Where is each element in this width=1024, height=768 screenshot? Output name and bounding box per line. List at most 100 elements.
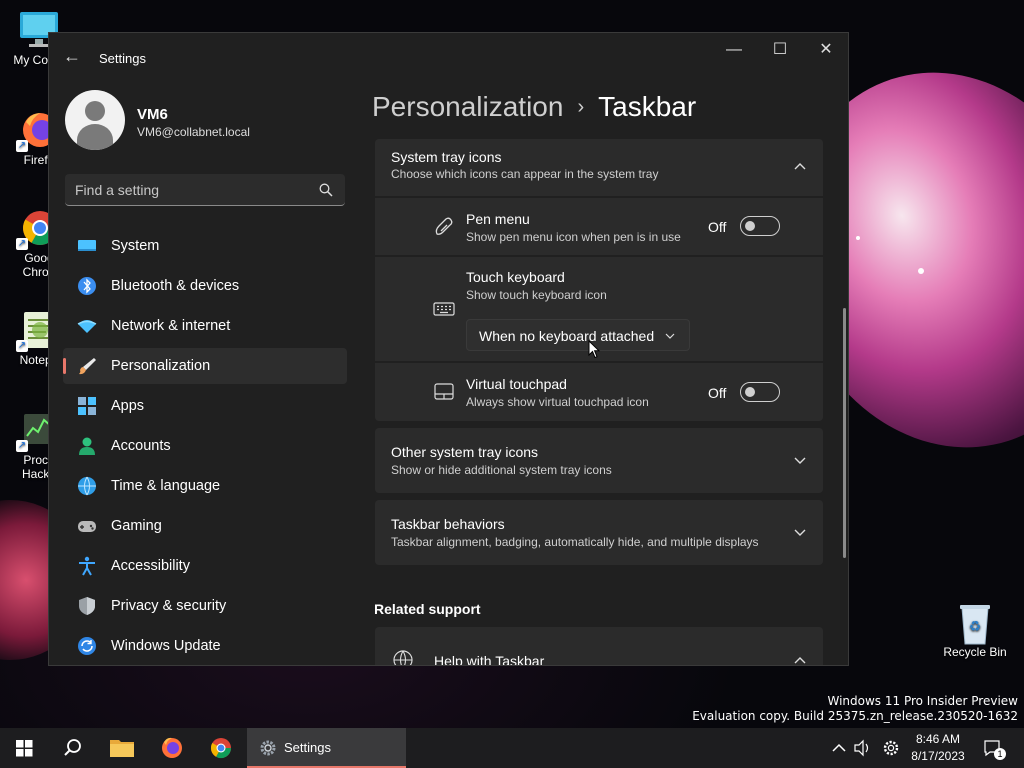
sidebar-item-label: Network & internet [111,318,231,334]
firefox-icon[interactable] [148,728,196,768]
chevron-up-icon[interactable] [793,161,807,171]
sidebar-item-label: Accounts [111,438,171,454]
sidebar-item-time-language[interactable]: Time & language [63,468,347,504]
taskbar-clock[interactable]: 8:46 AM 8/17/2023 [906,731,970,765]
svg-text:♻: ♻ [969,618,982,634]
search-input[interactable] [75,181,305,199]
sidebar-item-privacy-security[interactable]: Privacy & security [63,588,347,624]
user-icon-body [77,124,113,150]
shortcut-arrow-icon: ↗ [16,340,28,352]
sidebar-item-windows-update[interactable]: Windows Update [63,628,347,664]
settings-window: ← Settings — ☐ ✕ VM6 VM6@collabnet.local… [48,32,849,666]
virtual-touchpad-title: Virtual touchpad [466,376,567,392]
touch-keyboard-dropdown[interactable]: When no keyboard attached [466,319,690,351]
speaker-icon[interactable] [852,728,872,768]
monitor-icon [78,240,96,251]
sidebar-item-label: Gaming [111,518,162,534]
expander-subtitle: Choose which icons can appear in the sys… [391,167,659,181]
globe-icon [393,650,413,665]
chrome-icon[interactable] [197,728,245,768]
toggle-knob [745,387,755,397]
expander-title: Other system tray icons [391,444,539,460]
pen-menu-subtitle: Show pen menu icon when pen is in use [466,230,681,244]
dropdown-value: When no keyboard attached [479,328,655,344]
windows-start-icon[interactable] [0,728,48,768]
profile-email: VM6@collabnet.local [137,125,250,139]
gear-icon[interactable] [880,728,902,768]
sidebar-item-label: System [111,238,160,254]
pen-menu-toggle[interactable] [740,216,780,236]
back-button[interactable]: ← [61,45,83,67]
accessibility-icon [79,556,95,576]
expander-subtitle: Show or hide additional system tray icon… [391,463,612,477]
sidebar-item-label: Personalization [111,358,211,374]
pen-icon [435,217,453,235]
sidebar-item-apps[interactable]: Apps [63,388,347,424]
refresh-icon [78,637,96,655]
breadcrumb: Personalization › Taskbar [372,91,696,123]
chevron-up-icon[interactable] [793,655,807,665]
other-tray-expander[interactable]: Other system tray icons Show or hide add… [375,428,823,493]
sidebar-item-accounts[interactable]: Accounts [63,428,347,464]
sidebar-item-label: Windows Update [111,638,221,654]
bluetooth-icon [78,277,96,295]
file-explorer-icon[interactable] [98,728,146,768]
mouse-cursor-icon [588,340,600,359]
avatar[interactable] [65,90,125,150]
window-title: Settings [99,51,146,66]
desktop-icon-label: Recycle Bin [943,645,1007,659]
minimize-button[interactable]: — [711,41,757,59]
notification-center-button[interactable]: 1 [982,728,1008,768]
search-box[interactable] [65,174,345,206]
virtual-touchpad-toggle[interactable] [740,382,780,402]
desktop-icon-recycle-bin[interactable]: ♻ Recycle Bin [935,602,1015,659]
paintbrush-icon [79,358,96,375]
sidebar-item-label: Apps [111,398,145,414]
search-icon[interactable] [319,183,333,197]
chevron-down-icon[interactable] [793,456,807,466]
clock-time: 8:46 AM [915,732,961,746]
touch-keyboard-subtitle: Show touch keyboard icon [466,288,607,302]
taskbar-behaviors-expander[interactable]: Taskbar behaviors Taskbar alignment, bad… [375,500,823,565]
chevron-down-icon [665,333,675,339]
expander-title: Taskbar behaviors [391,516,505,532]
related-support-heading: Related support [375,601,481,617]
scrollbar[interactable] [843,308,846,558]
gamepad-icon [78,521,96,532]
pen-menu-title: Pen menu [466,211,530,227]
sidebar-item-bluetooth[interactable]: Bluetooth & devices [63,268,347,304]
sidebar-item-system[interactable]: System [63,228,347,264]
taskbar-app-settings[interactable]: Settings [247,728,406,768]
windows-watermark: Windows 11 Pro Insider Preview Evaluatio… [692,694,1018,724]
touchpad-icon [434,383,454,400]
page-title: Taskbar [598,91,697,122]
taskbar: Settings 8:46 AM 8/17/2023 1 [0,728,1024,768]
sidebar-item-accessibility[interactable]: Accessibility [63,548,347,584]
search-icon[interactable] [48,728,96,768]
pen-menu-row: Pen menu Show pen menu icon when pen is … [375,198,823,255]
apps-icon [78,397,96,415]
globe-clock-icon [78,476,96,496]
chevron-up-icon[interactable] [830,728,848,768]
chevron-right-icon: › [577,95,585,118]
wallpaper-sparkle [918,268,924,274]
sidebar-item-network[interactable]: Network & internet [63,308,347,344]
shortcut-arrow-icon: ↗ [16,238,28,250]
recycle-bin-icon: ♻ [954,602,996,645]
close-button[interactable]: ✕ [803,41,848,59]
profile-name: VM6 [137,106,168,123]
shortcut-arrow-icon: ↗ [16,440,28,452]
watermark-line: Windows 11 Pro Insider Preview [827,694,1018,708]
notification-badge: 1 [994,748,1006,760]
sidebar-item-gaming[interactable]: Gaming [63,508,347,544]
system-tray-expander[interactable]: System tray icons Choose which icons can… [375,139,823,196]
content-pane: System tray icons Choose which icons can… [375,139,823,665]
breadcrumb-parent[interactable]: Personalization [372,91,563,123]
sidebar-item-personalization[interactable]: Personalization [63,348,347,384]
keyboard-icon [433,302,455,316]
help-with-taskbar-expander[interactable]: Help with Taskbar [375,627,823,665]
shield-icon [79,597,95,615]
chevron-down-icon[interactable] [793,528,807,538]
maximize-button[interactable]: ☐ [757,41,803,59]
clock-date: 8/17/2023 [911,749,965,763]
